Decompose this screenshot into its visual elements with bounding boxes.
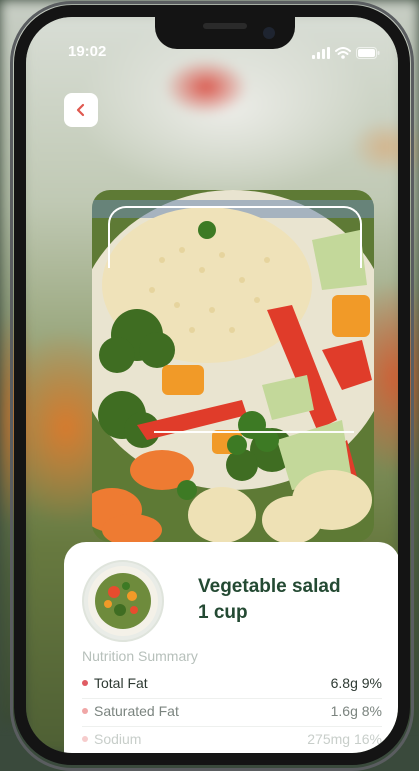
nutrient-dot <box>82 736 88 742</box>
nutrient-amount: 1.6g 8% <box>330 703 382 719</box>
speaker-grille <box>203 23 247 29</box>
scan-frame-top <box>108 206 362 268</box>
divider <box>82 726 382 727</box>
nutrient-dot <box>82 708 88 714</box>
chevron-left-icon <box>76 103 85 117</box>
food-portion: 1 cup <box>198 602 248 623</box>
nutrient-row-total-fat[interactable]: Total Fat 6.8g 9% <box>82 673 382 693</box>
food-name: Vegetable salad <box>198 576 341 597</box>
battery-icon <box>356 47 380 59</box>
nutrition-card: Vegetable salad 1 cup Nutrition Summary … <box>64 542 398 753</box>
status-icons <box>312 47 380 59</box>
nutrient-amount: 6.8g 9% <box>330 675 382 691</box>
nutrient-amount: 275mg 16% <box>307 731 382 747</box>
nutrient-row-saturated-fat[interactable]: Saturated Fat 1.6g 8% <box>82 701 382 721</box>
front-camera <box>263 27 275 39</box>
divider <box>82 698 382 699</box>
nutrient-name: Sodium <box>94 731 142 747</box>
notch <box>155 17 295 49</box>
food-thumbnail <box>82 560 164 642</box>
scan-line <box>154 431 354 433</box>
status-time: 19:02 <box>68 43 107 60</box>
wifi-icon <box>335 47 351 59</box>
phone-screen: 19:02 Vegetable salad 1 cup Nutrition Su… <box>14 5 410 765</box>
nutrient-row-sodium[interactable]: Sodium 275mg 16% <box>82 729 382 749</box>
nutrient-dot <box>82 680 88 686</box>
nutrition-summary-title: Nutrition Summary <box>82 648 198 664</box>
nutrient-name: Total Fat <box>94 675 148 691</box>
food-thumbnail-image <box>88 566 158 636</box>
back-button[interactable] <box>64 93 98 127</box>
signal-icon <box>312 47 330 59</box>
nutrient-name: Saturated Fat <box>94 703 179 719</box>
